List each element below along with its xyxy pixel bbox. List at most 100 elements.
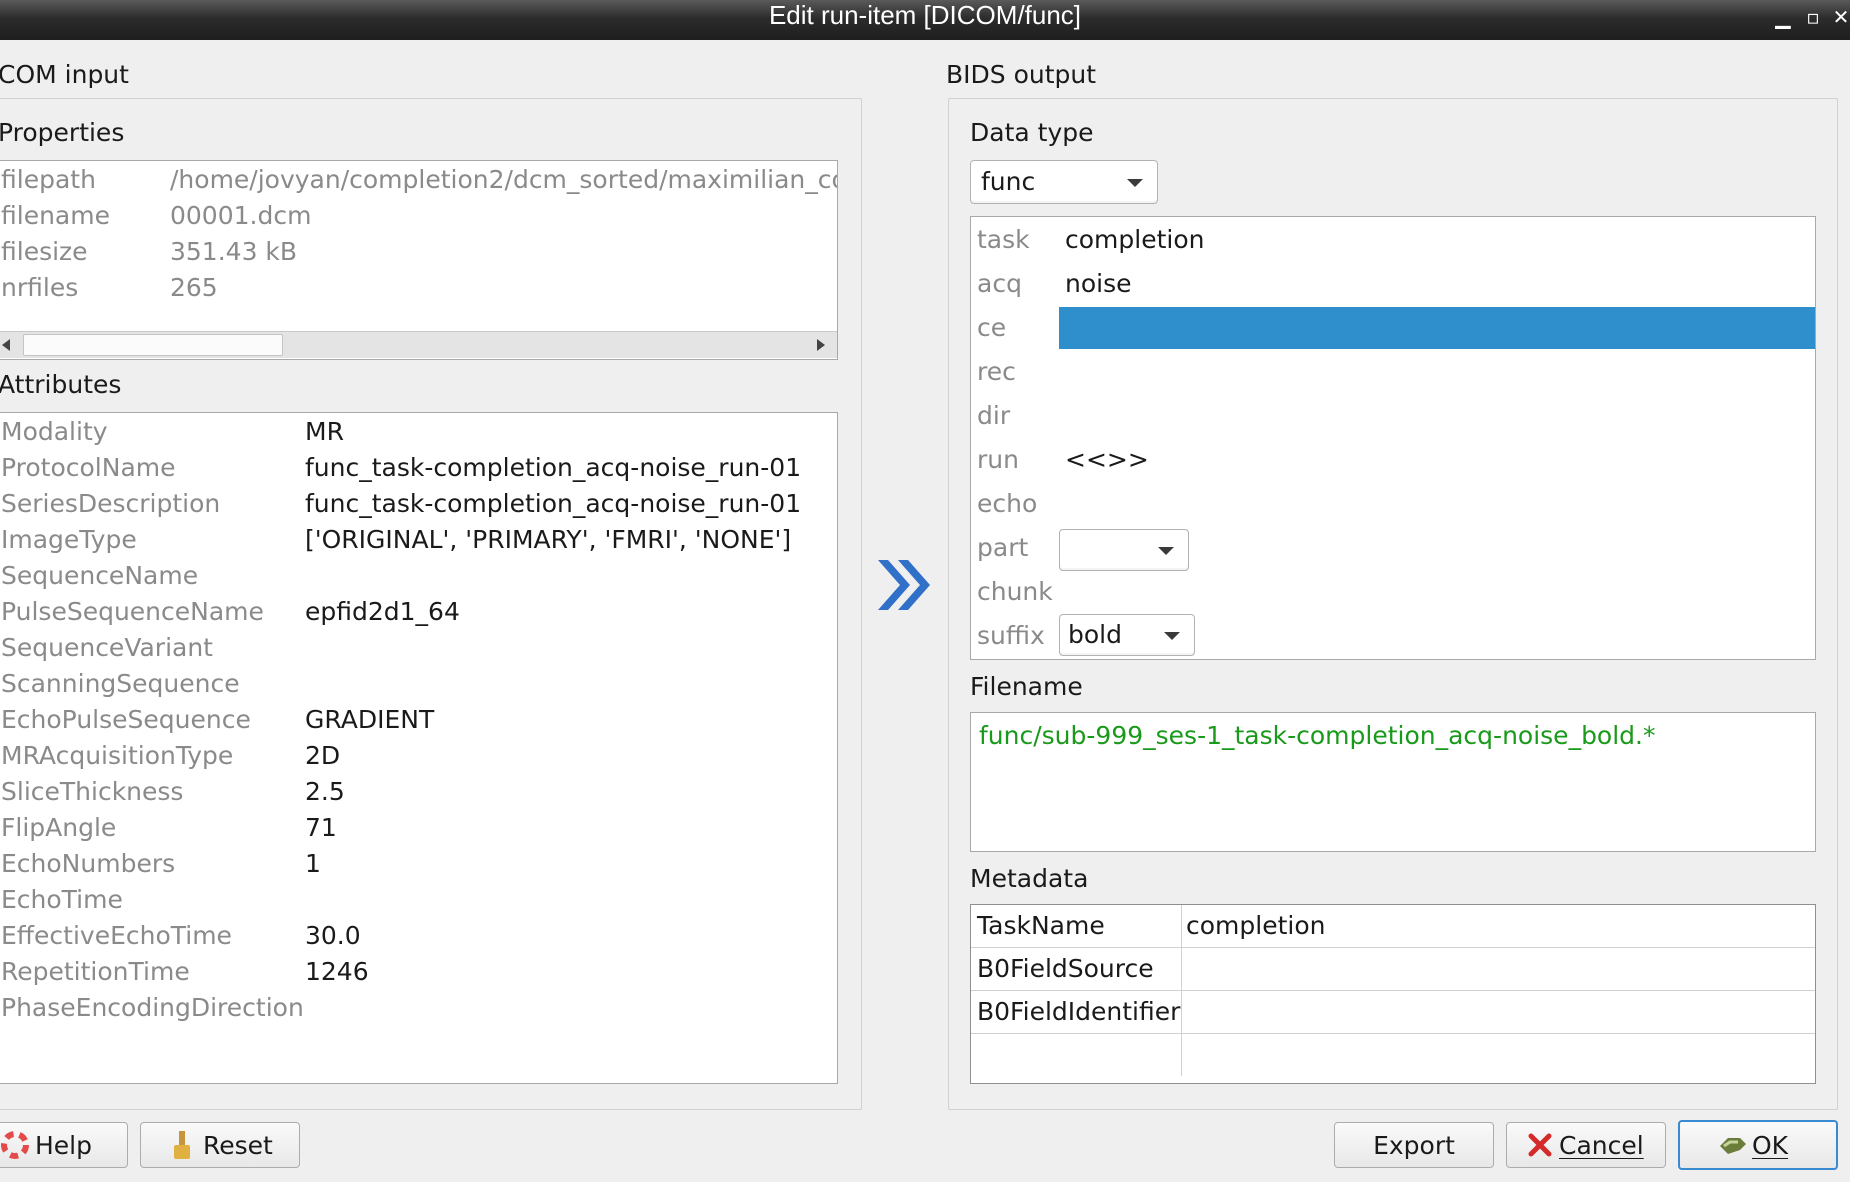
property-value: /home/jovyan/completion2/dcm_sorted/maxi… <box>170 165 838 194</box>
attribute-key: PhaseEncodingDirection <box>1 993 304 1022</box>
cancel-x-icon <box>1528 1133 1552 1157</box>
scroll-left-icon[interactable] <box>2 339 10 351</box>
metadata-value-cell[interactable] <box>1182 991 1815 1034</box>
chevron-down-icon <box>1158 547 1174 555</box>
attribute-key: ScanningSequence <box>1 669 240 698</box>
properties-table[interactable]: filepath /home/jovyan/completion2/dcm_so… <box>0 160 838 360</box>
entity-key: run <box>977 445 1019 474</box>
attribute-key: SequenceVariant <box>1 633 213 662</box>
attribute-key: SeriesDescription <box>1 489 221 518</box>
selected-entity-value-cell[interactable] <box>1059 307 1815 349</box>
attribute-key: EchoNumbers <box>1 849 176 878</box>
metadata-key-cell[interactable] <box>971 1034 1182 1076</box>
metadata-table[interactable]: TaskName completion B0FieldSource B0Fiel… <box>970 904 1816 1084</box>
attribute-key: MRAcquisitionType <box>1 741 234 770</box>
properties-title: Properties <box>0 118 125 147</box>
entity-value[interactable]: <<>> <box>1065 445 1149 474</box>
export-button[interactable]: Export <box>1334 1122 1494 1168</box>
attribute-value: ['ORIGINAL', 'PRIMARY', 'FMRI', 'NONE'] <box>305 525 792 554</box>
entity-key: ce <box>977 313 1007 342</box>
scroll-right-icon[interactable] <box>817 339 825 351</box>
metadata-key-cell[interactable]: B0FieldSource <box>971 948 1182 991</box>
attribute-key: SliceThickness <box>1 777 184 806</box>
dicom-input-title: COM input <box>0 60 129 89</box>
attribute-value: 30.0 <box>305 921 361 950</box>
filename-label: Filename <box>970 672 1083 701</box>
attribute-value: 1246 <box>305 957 369 986</box>
property-key: filepath <box>1 165 96 194</box>
entity-row-ce[interactable]: ce <box>971 305 1815 349</box>
scrollbar-thumb[interactable] <box>23 334 283 356</box>
entity-key: echo <box>977 489 1038 518</box>
metadata-key: B0FieldSource <box>977 954 1154 983</box>
datatype-value: func <box>981 167 1036 196</box>
entity-row-dir[interactable]: dir <box>971 393 1815 437</box>
datatype-dropdown[interactable]: func <box>970 160 1158 204</box>
attributes-title: Attributes <box>0 370 122 399</box>
entity-row-run[interactable]: run <<>> <box>971 437 1815 481</box>
entity-key: dir <box>977 401 1011 430</box>
attribute-key: RepetitionTime <box>1 957 190 986</box>
metadata-value-cell[interactable]: completion <box>1182 905 1815 948</box>
cancel-label: Cancel <box>1559 1131 1644 1160</box>
entity-row-part[interactable]: part <box>971 525 1815 571</box>
entity-row-task[interactable]: task completion <box>971 217 1815 261</box>
ok-label: OK <box>1752 1131 1789 1160</box>
title-bar: Edit run-item [DICOM/func] ▁ ▫ ✕ <box>0 0 1850 40</box>
attribute-value: 1 <box>305 849 321 878</box>
property-key: nrfiles <box>1 273 79 302</box>
reset-button[interactable]: Reset <box>140 1122 300 1168</box>
window-title: Edit run-item [DICOM/func] <box>768 0 1082 30</box>
entity-row-chunk[interactable]: chunk <box>971 569 1815 613</box>
attribute-value: 71 <box>305 813 337 842</box>
maximize-icon[interactable]: ▫ <box>1798 2 1828 32</box>
metadata-value-cell[interactable] <box>1182 1034 1815 1076</box>
entity-row-suffix[interactable]: suffix bold <box>971 613 1815 657</box>
attributes-table[interactable]: Modality MR ProtocolName func_task-complet… <box>0 412 838 1084</box>
minimize-icon[interactable]: ▁ <box>1768 2 1798 32</box>
entity-key: part <box>977 533 1029 562</box>
filename-text: func/sub-999_ses-1_task-completion_acq-n… <box>979 721 1656 750</box>
entity-value[interactable]: completion <box>1065 225 1204 254</box>
suffix-dropdown[interactable]: bold <box>1059 614 1195 656</box>
close-icon[interactable]: ✕ <box>1826 2 1850 32</box>
attribute-value: MR <box>305 417 344 446</box>
horizontal-scrollbar[interactable] <box>0 331 837 358</box>
entity-row-acq[interactable]: acq noise <box>971 261 1815 305</box>
entity-key: task <box>977 225 1030 254</box>
metadata-key-cell[interactable]: B0FieldIdentifier <box>971 991 1182 1034</box>
attribute-key: ProtocolName <box>1 453 176 482</box>
property-value: 351.43 kB <box>170 237 298 266</box>
chevron-down-icon <box>1164 632 1180 640</box>
metadata-value-cell[interactable] <box>1182 948 1815 991</box>
brush-icon <box>174 1131 190 1159</box>
metadata-key: B0FieldIdentifier <box>977 997 1181 1026</box>
attribute-value: func_task-completion_acq-noise_run-01 <box>305 489 802 518</box>
attribute-value: GRADIENT <box>305 705 435 734</box>
metadata-value-input[interactable]: completion <box>1186 911 1325 940</box>
cancel-button[interactable]: Cancel <box>1506 1122 1666 1168</box>
ok-button[interactable]: OK <box>1678 1120 1838 1170</box>
attribute-value: 2D <box>305 741 341 770</box>
double-chevron-right-icon <box>878 560 930 610</box>
property-value: 265 <box>170 273 218 302</box>
help-label: Help <box>35 1131 92 1160</box>
metadata-label: Metadata <box>970 864 1089 893</box>
part-dropdown[interactable] <box>1059 529 1189 571</box>
attribute-value: 2.5 <box>305 777 345 806</box>
help-button[interactable]: Help <box>0 1122 128 1168</box>
property-key: filename <box>1 201 110 230</box>
attribute-key: FlipAngle <box>1 813 117 842</box>
entity-row-echo[interactable]: echo <box>971 481 1815 525</box>
entities-table[interactable]: task completion acq noise ce rec dir run… <box>970 216 1816 660</box>
entity-row-rec[interactable]: rec <box>971 349 1815 393</box>
suffix-value: bold <box>1068 620 1122 649</box>
attribute-value: epfid2d1_64 <box>305 597 460 626</box>
datatype-label: Data type <box>970 118 1094 147</box>
attribute-key: SequenceName <box>1 561 199 590</box>
filename-box[interactable]: func/sub-999_ses-1_task-completion_acq-n… <box>970 712 1816 852</box>
ok-check-icon <box>1720 1138 1746 1154</box>
metadata-key: TaskName <box>977 911 1105 940</box>
metadata-key-cell[interactable]: TaskName <box>971 905 1182 948</box>
entity-value[interactable]: noise <box>1065 269 1132 298</box>
